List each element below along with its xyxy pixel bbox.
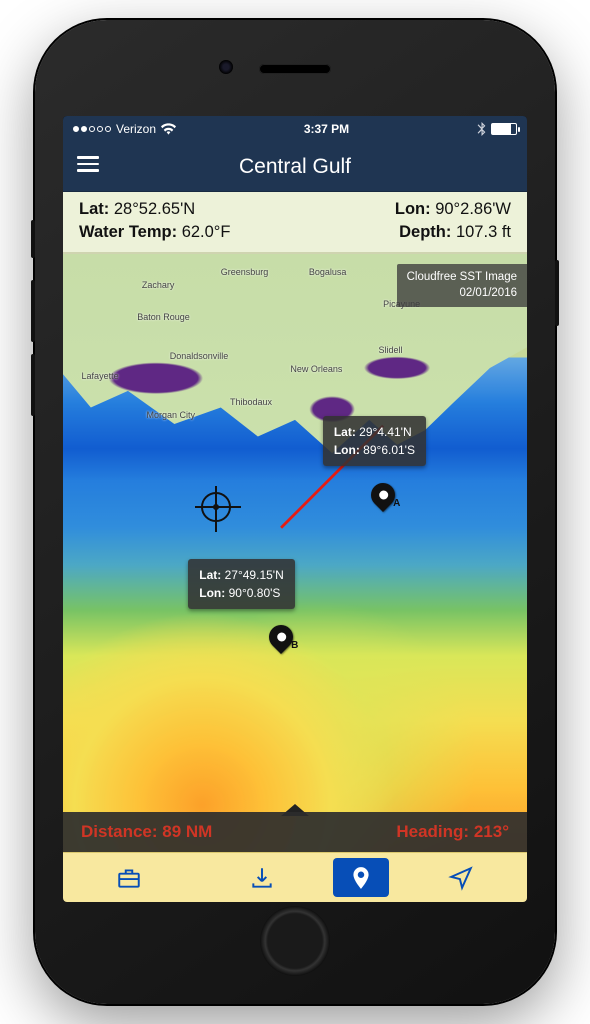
water-temp-readout: Water Temp: 62.0°F xyxy=(79,223,295,242)
toolbar xyxy=(63,852,527,902)
volume-down xyxy=(31,354,35,416)
marker-a-tooltip: Lat: 29°4.41'N Lon: 89°6.01'S xyxy=(323,416,426,466)
tab-locate[interactable] xyxy=(394,853,527,902)
distance-readout: Distance: 89 NM xyxy=(81,822,212,842)
city-label: Donaldsonville xyxy=(170,351,229,361)
screen: Verizon 3:37 PM Central Gulf Lat: 28°52.… xyxy=(63,116,527,902)
layer-badge[interactable]: Cloudfree SST Image 02/01/2016 xyxy=(397,264,527,307)
info-panel: Lat: 28°52.65'N Lon: 90°2.86'W Water Tem… xyxy=(63,192,527,254)
city-label: Morgan City xyxy=(147,410,196,420)
marker-a-letter: A xyxy=(393,498,400,509)
carrier-label: Verizon xyxy=(116,122,156,136)
wifi-icon xyxy=(161,123,176,135)
city-label: Lafayette xyxy=(82,371,119,381)
page-title: Central Gulf xyxy=(239,155,351,179)
clock: 3:37 PM xyxy=(304,122,349,136)
map-canvas[interactable]: Baton Rouge New Orleans Lafayette Morgan… xyxy=(63,254,527,902)
city-label: Baton Rouge xyxy=(137,312,190,322)
city-label: New Orleans xyxy=(290,364,342,374)
locate-icon xyxy=(448,865,474,891)
home-button[interactable] xyxy=(260,906,330,976)
tab-toolbox[interactable] xyxy=(63,853,196,902)
volume-up xyxy=(31,280,35,342)
city-label: Slidell xyxy=(379,345,403,355)
toolbox-icon xyxy=(116,865,142,891)
city-label: Zachary xyxy=(142,280,175,290)
marker-a[interactable]: A xyxy=(371,483,395,507)
lon-readout: Lon: 90°2.86'W xyxy=(295,200,511,219)
marker-b-letter: B xyxy=(291,640,298,651)
city-label: Bogalusa xyxy=(309,267,347,277)
marker-icon xyxy=(348,865,374,891)
marker-b-tooltip: Lat: 27°49.15'N Lon: 90°0.80'S xyxy=(188,559,294,609)
city-label: Thibodaux xyxy=(230,397,272,407)
menu-icon[interactable] xyxy=(77,156,99,172)
tab-download[interactable] xyxy=(196,853,329,902)
lat-readout: Lat: 28°52.65'N xyxy=(79,200,295,219)
mute-switch xyxy=(31,220,35,258)
phone-frame: Verizon 3:37 PM Central Gulf Lat: 28°52.… xyxy=(35,20,555,1004)
heading-readout: Heading: 213° xyxy=(396,822,509,842)
bluetooth-icon xyxy=(477,122,486,136)
download-icon xyxy=(249,865,275,891)
tab-marker[interactable] xyxy=(333,858,389,897)
signal-dots-icon xyxy=(73,126,111,132)
marker-b[interactable]: B xyxy=(269,625,293,649)
status-bar: Verizon 3:37 PM xyxy=(63,116,527,142)
crosshair-icon xyxy=(201,492,231,522)
measure-bar: Distance: 89 NM Heading: 213° xyxy=(63,812,527,852)
battery-icon xyxy=(491,123,517,135)
power-button xyxy=(555,260,559,326)
city-label: Greensburg xyxy=(221,267,269,277)
depth-readout: Depth: 107.3 ft xyxy=(295,223,511,242)
nav-bar: Central Gulf xyxy=(63,142,527,192)
